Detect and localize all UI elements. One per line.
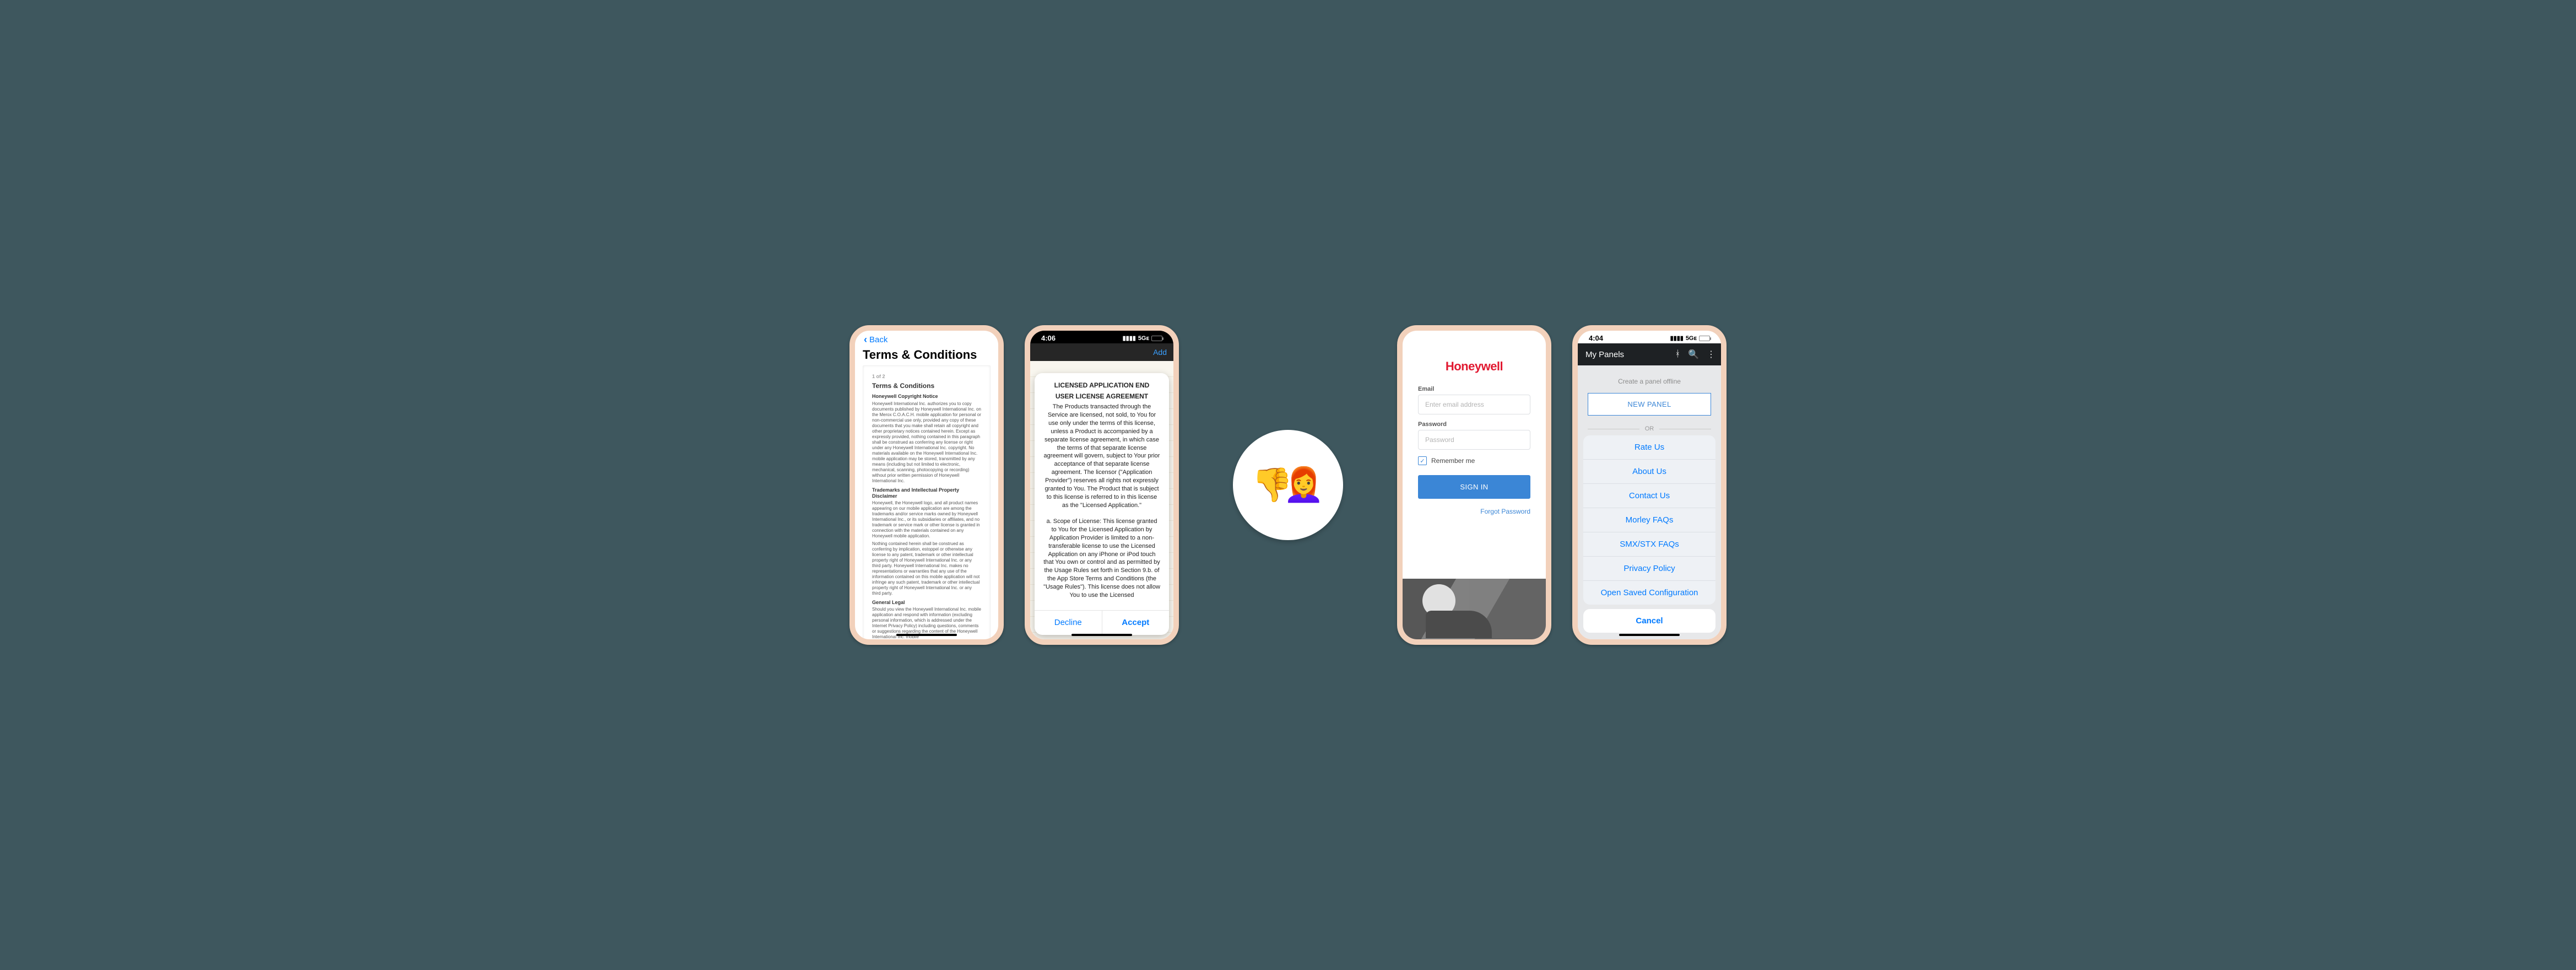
battery-icon xyxy=(1699,336,1710,341)
section-body: Nothing contained herein shall be constr… xyxy=(872,541,981,596)
password-label: Password xyxy=(1418,421,1530,428)
bluetooth-icon[interactable]: ᚼ xyxy=(1675,349,1680,359)
eula-title-line: USER LICENSE AGREEMENT xyxy=(1043,392,1160,401)
battery-icon xyxy=(1151,336,1162,341)
terms-document[interactable]: 1 of 2 Terms & Conditions Honeywell Copy… xyxy=(863,365,991,645)
status-time: 4:06 xyxy=(1041,334,1056,342)
sheet-item-about-us[interactable]: About Us xyxy=(1583,460,1715,484)
section-heading-general: General Legal xyxy=(872,600,981,606)
add-button[interactable]: Add xyxy=(1153,348,1167,357)
action-sheet-list: Rate Us About Us Contact Us Morley FAQs … xyxy=(1583,435,1715,605)
eula-decline-button[interactable]: Decline xyxy=(1035,611,1102,635)
remember-label: Remember me xyxy=(1431,457,1475,465)
section-body: Honeywell International Inc. authorizes … xyxy=(872,401,981,484)
new-panel-button[interactable]: NEW PANEL xyxy=(1588,393,1711,416)
eula-dialog: LICENSED APPLICATION END USER LICENSE AG… xyxy=(1035,373,1169,635)
phone-eula: 4:06 ▮▮▮▮ 5Gᴇ Add LICENSED APPLICATION E… xyxy=(1025,325,1179,645)
center-illustration: 👎 👩‍🦰 xyxy=(1200,325,1376,645)
phone-my-panels: 4:04 ▮▮▮▮ 5Gᴇ My Panels ᚼ 🔍 ⋮ Create a p… xyxy=(1572,325,1727,645)
remember-me-row[interactable]: ✓ Remember me xyxy=(1418,456,1530,465)
checkbox-checked-icon[interactable]: ✓ xyxy=(1418,456,1427,465)
placeholder-text: Password xyxy=(1425,436,1454,444)
face-icon: 👩‍🦰 xyxy=(1283,468,1324,502)
email-label: Email xyxy=(1418,386,1530,392)
network-label: 5Gᴇ xyxy=(1686,335,1697,342)
appbar-title: My Panels xyxy=(1585,350,1667,359)
honeywell-logo: Honeywell xyxy=(1418,359,1530,374)
sheet-item-open-saved[interactable]: Open Saved Configuration xyxy=(1583,581,1715,605)
nav-bar: Add xyxy=(1030,343,1173,361)
phone-terms: ‹ Back Terms & Conditions 1 of 2 Terms &… xyxy=(849,325,1004,645)
network-label: 5Gᴇ xyxy=(1138,335,1149,342)
phone-login: Honeywell Email Enter email address Pass… xyxy=(1397,325,1551,645)
sheet-item-privacy-policy[interactable]: Privacy Policy xyxy=(1583,557,1715,581)
sheet-item-morley-faqs[interactable]: Morley FAQs xyxy=(1583,508,1715,532)
chevron-left-icon: ‹ xyxy=(864,334,867,346)
placeholder-text: Enter email address xyxy=(1425,401,1484,408)
home-indicator[interactable] xyxy=(1071,634,1132,636)
signal-icon: ▮▮▮▮ xyxy=(1123,335,1136,342)
status-bar: 4:06 ▮▮▮▮ 5Gᴇ xyxy=(1030,331,1173,343)
email-input[interactable]: Enter email address xyxy=(1418,395,1530,414)
or-label: OR xyxy=(1645,425,1654,432)
sign-in-button[interactable]: SIGN IN xyxy=(1418,475,1530,499)
sheet-item-rate-us[interactable]: Rate Us xyxy=(1583,435,1715,460)
sheet-cancel-button[interactable]: Cancel xyxy=(1583,609,1715,633)
or-divider: OR xyxy=(1588,425,1711,432)
status-time: 4:04 xyxy=(1589,334,1603,342)
eula-body: The Products transacted through the Serv… xyxy=(1043,403,1160,509)
sheet-item-smx-stx-faqs[interactable]: SMX/STX FAQs xyxy=(1583,532,1715,557)
page-indicator: 1 of 2 xyxy=(872,374,981,380)
sheet-item-contact-us[interactable]: Contact Us xyxy=(1583,484,1715,508)
section-heading-trademarks: Trademarks and Intellectual Property Dis… xyxy=(872,487,981,500)
home-indicator[interactable] xyxy=(1619,634,1680,636)
doc-title: Terms & Conditions xyxy=(872,382,981,390)
memoji-avatar: 👎 👩‍🦰 xyxy=(1233,430,1343,540)
status-bar: 4:04 ▮▮▮▮ 5Gᴇ xyxy=(1578,331,1721,343)
page-title: Terms & Conditions xyxy=(863,348,991,362)
back-label: Back xyxy=(869,335,887,344)
action-sheet: Rate Us About Us Contact Us Morley FAQs … xyxy=(1583,435,1715,633)
signal-icon: ▮▮▮▮ xyxy=(1670,335,1684,342)
search-icon[interactable]: 🔍 xyxy=(1688,349,1699,360)
password-input[interactable]: Password xyxy=(1418,430,1530,450)
footer-image xyxy=(1403,579,1546,639)
back-button[interactable]: ‹ Back xyxy=(863,331,991,346)
eula-title-line: LICENSED APPLICATION END xyxy=(1043,381,1160,390)
eula-accept-button[interactable]: Accept xyxy=(1102,611,1170,635)
more-icon[interactable]: ⋮ xyxy=(1707,349,1715,360)
app-bar: My Panels ᚼ 🔍 ⋮ xyxy=(1578,343,1721,365)
home-indicator[interactable] xyxy=(896,634,957,636)
forgot-password-link[interactable]: Forgot Password xyxy=(1418,508,1530,515)
section-heading-copyright: Honeywell Copyright Notice xyxy=(872,394,981,400)
section-body: Honeywell, the Honeywell logo, and all p… xyxy=(872,500,981,539)
create-panel-label: Create a panel offline xyxy=(1588,378,1711,385)
eula-body: a. Scope of License: This license grante… xyxy=(1043,518,1160,599)
